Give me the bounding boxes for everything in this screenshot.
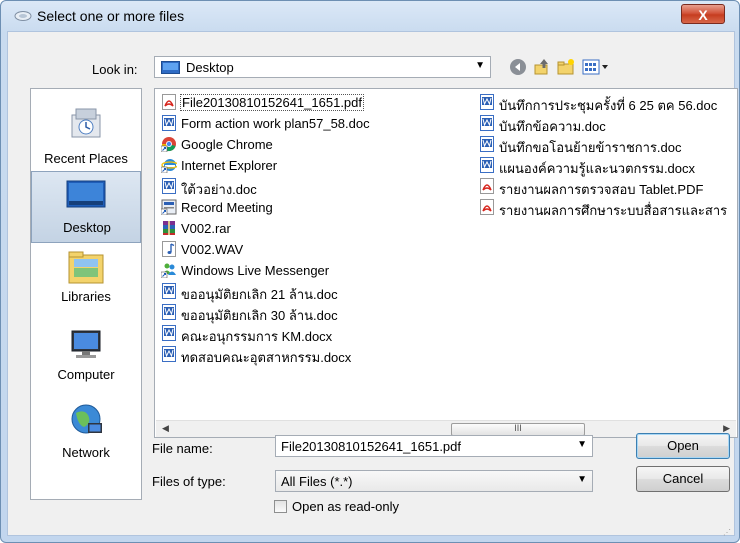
look-in-value: Desktop [186, 60, 234, 75]
dialog-app-icon [14, 10, 32, 22]
desktop-folder-icon [161, 61, 180, 74]
back-arrow-icon [510, 59, 526, 75]
place-recent-places[interactable]: Recent Places [31, 99, 141, 171]
word-icon [162, 115, 176, 131]
file-type-label: Files of type: [152, 474, 226, 489]
file-type-select[interactable]: All Files (*.*) ▼ [275, 470, 593, 492]
word-icon [162, 346, 176, 362]
chevron-down-icon: ▼ [475, 60, 485, 71]
chevron-down-icon[interactable]: ▼ [577, 439, 587, 450]
up-folder-icon [534, 59, 548, 75]
new-folder-icon [557, 59, 574, 75]
word-icon [480, 115, 494, 131]
file-name: Google Chrome [181, 137, 273, 152]
file-name: บันทึกขอโอนย้ายข้าราชการ.doc [499, 140, 682, 155]
word-icon [162, 178, 176, 194]
place-label: Network [62, 445, 110, 460]
place-libraries[interactable]: Libraries [31, 247, 141, 321]
word-icon [480, 136, 494, 152]
file-name: ใต้วอย่าง.doc [181, 182, 257, 197]
pdf-icon [162, 94, 176, 110]
places-bar: Recent Places Desktop Libraries Computer… [30, 88, 142, 500]
file-name-combo[interactable]: File20130810152641_1651.pdf ▼ [275, 435, 593, 457]
file-name: รายงานผลการตรวจสอบ Tablet.PDF [499, 182, 704, 197]
word-icon [162, 283, 176, 299]
window-title: Select one or more files [37, 8, 185, 24]
file-name: บันทึกการประชุมครั้งที่ 6 25 ตค 56.doc [499, 98, 718, 113]
place-label: Desktop [63, 220, 111, 235]
scroll-left-icon[interactable]: ◀ [162, 423, 169, 434]
file-name: ขออนุมัติยกเลิก 30 ล้าน.doc [181, 308, 338, 323]
word-icon [162, 325, 176, 341]
word-icon [480, 157, 494, 173]
view-menu-button[interactable] [582, 57, 612, 77]
file-list[interactable]: File20130810152641_1651.pdf Form action … [154, 88, 738, 438]
app-shortcut-icon [161, 199, 177, 215]
place-label: Computer [57, 367, 115, 382]
file-name: Windows Live Messenger [181, 263, 330, 278]
file-name-value: File20130810152641_1651.pdf [281, 439, 462, 454]
rar-icon [163, 221, 175, 235]
ie-shortcut-icon [161, 159, 177, 173]
file-name: แผนองค์ความรู้และนวตกรรม.docx [499, 161, 696, 176]
file-name-label: File name: [152, 441, 213, 456]
word-icon [480, 94, 494, 110]
back-button[interactable] [508, 57, 528, 77]
file-type-value: All Files (*.*) [281, 474, 353, 489]
place-network[interactable]: Network [31, 397, 141, 477]
computer-icon [71, 330, 101, 358]
open-button[interactable]: Open [636, 433, 730, 459]
audio-icon [162, 241, 176, 257]
file-name: ขออนุมัติยกเลิก 21 ล้าน.doc [181, 287, 338, 302]
file-name: File20130810152641_1651.pdf [180, 94, 365, 111]
file-name: V002.WAV [181, 242, 244, 257]
messenger-shortcut-icon [161, 263, 176, 278]
word-icon [162, 304, 176, 320]
file-name: บันทึกข้อความ.doc [499, 119, 606, 134]
place-computer[interactable]: Computer [31, 323, 141, 397]
chrome-shortcut-icon [161, 137, 176, 152]
up-folder-button[interactable] [532, 57, 552, 77]
pdf-icon [480, 178, 494, 194]
file-name: ทดสอบคณะอุตสาหกรรม.docx [181, 350, 352, 365]
cancel-button[interactable]: Cancel [636, 466, 730, 492]
new-folder-button[interactable] [556, 57, 576, 77]
look-in-combo[interactable]: Desktop ▼ [154, 56, 491, 78]
chevron-down-icon: ▼ [577, 474, 587, 485]
place-label: Recent Places [44, 151, 128, 166]
file-name: Form action work plan57_58.doc [181, 116, 370, 131]
desktop-icon [66, 180, 106, 208]
look-in-label: Look in: [92, 62, 138, 77]
pdf-icon [480, 199, 494, 215]
title-bar[interactable]: Select one or more files X [1, 1, 739, 31]
file-name: รายงานผลการศึกษาระบบสื่อสารและสาร [499, 203, 728, 218]
libraries-icon [68, 251, 104, 284]
dialog-body: Look in: Desktop ▼ Recent Places Desktop… [7, 31, 738, 536]
read-only-checkbox[interactable] [274, 500, 287, 513]
file-open-dialog: Select one or more files X Look in: Desk… [0, 0, 740, 543]
resize-grip-icon[interactable]: ⋰ [723, 528, 731, 537]
network-icon [71, 404, 102, 434]
file-name: คณะอนุกรรมการ KM.docx [181, 329, 333, 344]
close-button[interactable]: X [681, 4, 725, 24]
recent-places-icon [71, 108, 101, 138]
place-label: Libraries [61, 289, 111, 304]
file-name: Internet Explorer [181, 158, 278, 173]
read-only-label: Open as read-only [292, 499, 399, 514]
file-name: V002.rar [181, 221, 231, 236]
file-name: Record Meeting [181, 200, 273, 215]
view-grid-icon [582, 59, 608, 75]
place-desktop[interactable]: Desktop [31, 171, 141, 243]
